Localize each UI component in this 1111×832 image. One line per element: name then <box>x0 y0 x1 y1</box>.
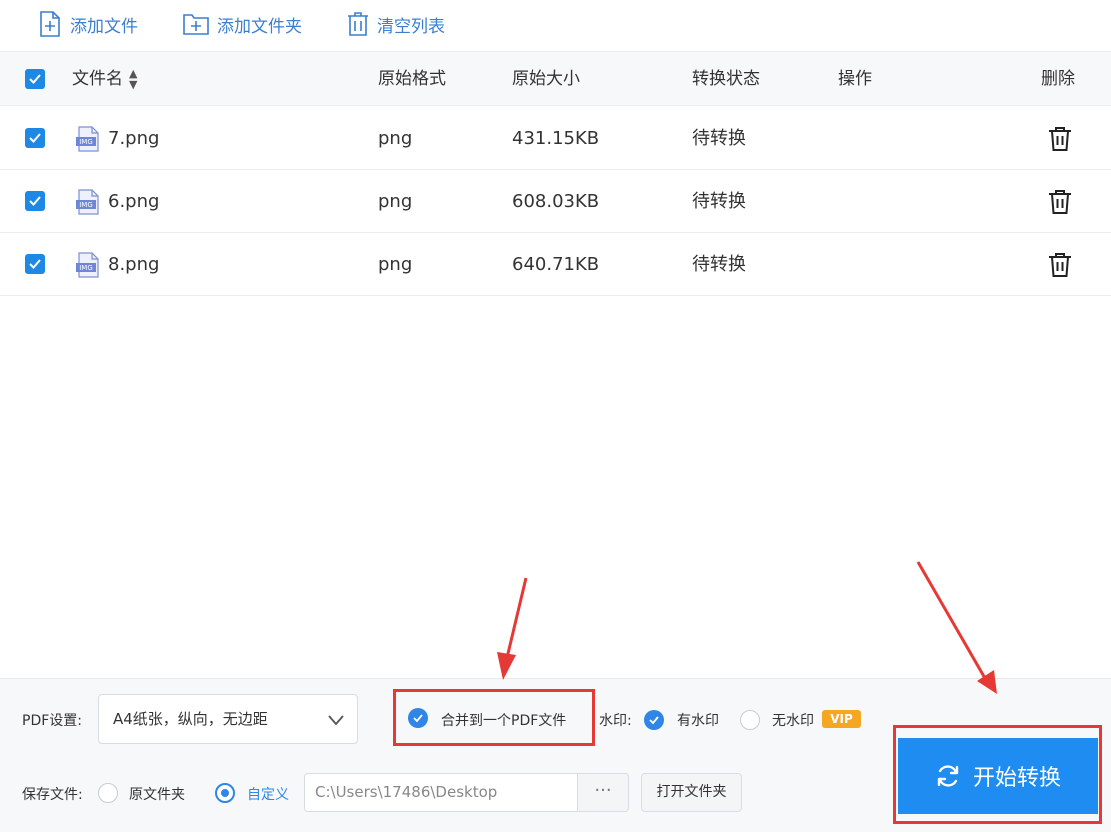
row-size: 431.15KB <box>512 128 600 149</box>
file-icon-label: IMG <box>79 138 93 146</box>
row-filename: 8.png <box>108 254 160 275</box>
row-format: png <box>378 128 413 149</box>
clear-list-icon <box>348 12 368 36</box>
table-row[interactable]: IMG 8.png png 640.71KB 待转换 <box>0 233 1111 296</box>
merge-pdf-label: 合并到一个PDF文件 <box>441 713 567 729</box>
custom-folder-radio[interactable] <box>215 783 235 803</box>
pdf-settings-value: A4纸张，纵向，无边距 <box>113 710 268 728</box>
header-size: 原始大小 <box>512 69 580 89</box>
clear-list-button[interactable]: 清空列表 <box>347 8 445 40</box>
merge-pdf-checkbox[interactable] <box>408 708 428 728</box>
pdf-settings-label: PDF设置: <box>22 713 82 729</box>
header-delete: 删除 <box>1041 69 1075 89</box>
add-folder-button[interactable]: 添加文件夹 <box>183 8 302 40</box>
refresh-icon <box>937 765 959 787</box>
header-filename-label: 文件名 <box>72 69 123 89</box>
no-watermark-radio[interactable] <box>740 710 760 730</box>
row-format: png <box>378 254 413 275</box>
start-convert-button[interactable]: 开始转换 <box>898 738 1098 814</box>
row-filename: 6.png <box>108 191 160 212</box>
header-action: 操作 <box>838 69 872 89</box>
trash-icon[interactable] <box>1047 252 1073 278</box>
row-format: png <box>378 191 413 212</box>
row-status: 待转换 <box>692 128 746 149</box>
image-file-icon: IMG <box>76 189 99 215</box>
image-file-icon: IMG <box>76 126 99 152</box>
table-row[interactable]: IMG 7.png png 431.15KB 待转换 <box>0 107 1111 170</box>
save-file-label: 保存文件: <box>22 787 83 803</box>
trash-icon[interactable] <box>1047 189 1073 215</box>
row-size: 608.03KB <box>512 191 600 212</box>
check-icon <box>29 259 41 269</box>
row-checkbox[interactable] <box>25 254 45 274</box>
start-convert-label: 开始转换 <box>972 766 1061 791</box>
settings-panel: PDF设置: A4纸张，纵向，无边距 合并到一个PDF文件 水印: 有水印 无水… <box>0 678 1111 832</box>
browse-button[interactable]: ··· <box>577 773 629 812</box>
table-row[interactable]: IMG 6.png png 608.03KB 待转换 <box>0 170 1111 233</box>
toolbar: 添加文件 添加文件夹 清空列表 <box>0 0 1111 50</box>
header-filename[interactable]: 文件名 ▲ ▼ <box>72 52 137 107</box>
add-file-icon <box>40 11 60 37</box>
clear-list-label: 清空列表 <box>377 16 445 37</box>
custom-folder-label: 自定义 <box>247 787 289 803</box>
row-checkbox[interactable] <box>25 191 45 211</box>
arrow-to-merge <box>497 577 528 680</box>
trash-icon[interactable] <box>1047 126 1073 152</box>
file-icon-label: IMG <box>79 264 93 272</box>
add-folder-icon <box>183 14 209 35</box>
add-file-button[interactable]: 添加文件 <box>38 8 138 40</box>
add-folder-label: 添加文件夹 <box>217 16 302 37</box>
file-icon-label: IMG <box>79 201 93 209</box>
original-folder-radio[interactable] <box>98 783 118 803</box>
row-filename: 7.png <box>108 128 160 149</box>
arrow-to-start <box>916 561 997 694</box>
row-checkbox[interactable] <box>25 128 45 148</box>
pdf-settings-select[interactable]: A4纸张，纵向，无边距 <box>98 694 358 744</box>
watermark-label: 水印: <box>599 713 632 729</box>
with-watermark-radio[interactable] <box>644 710 664 730</box>
save-path-field[interactable]: C:\Users\17486\Desktop <box>304 773 578 812</box>
original-folder-label: 原文件夹 <box>129 787 185 803</box>
no-watermark-label: 无水印 <box>772 713 814 729</box>
chevron-down-icon <box>328 715 344 726</box>
vip-badge: VIP <box>822 710 861 728</box>
check-icon <box>29 74 41 84</box>
check-icon <box>413 714 423 723</box>
row-size: 640.71KB <box>512 254 600 275</box>
open-folder-button[interactable]: 打开文件夹 <box>641 773 742 812</box>
with-watermark-label: 有水印 <box>677 713 719 729</box>
add-file-label: 添加文件 <box>70 16 138 37</box>
row-status: 待转换 <box>692 254 746 275</box>
header-status: 转换状态 <box>692 69 760 89</box>
row-status: 待转换 <box>692 191 746 212</box>
image-file-icon: IMG <box>76 252 99 278</box>
table-header: 文件名 ▲ ▼ 原始格式 原始大小 转换状态 操作 删除 <box>0 51 1111 106</box>
sort-icon[interactable]: ▲ ▼ <box>129 68 137 90</box>
check-icon <box>29 133 41 143</box>
check-icon <box>29 196 41 206</box>
check-icon <box>649 716 659 725</box>
select-all-checkbox[interactable] <box>25 69 45 89</box>
header-format: 原始格式 <box>378 69 446 89</box>
